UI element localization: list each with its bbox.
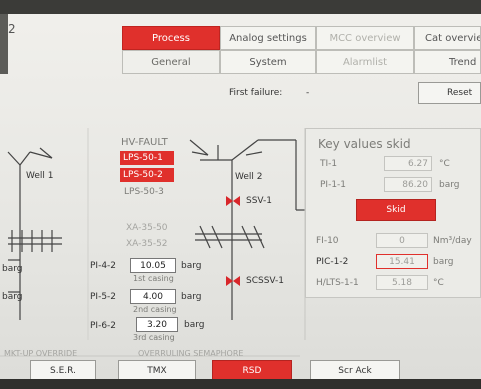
override-label: MKT-UP OVERRIDE xyxy=(4,349,78,358)
fi-10-tag: FI-10 xyxy=(316,236,339,246)
pi-5-2-value[interactable]: 4.00 xyxy=(130,289,176,304)
xa-35-52-label: XA-35-52 xyxy=(126,239,168,249)
pi-4-2-tag: PI-4-2 xyxy=(90,261,117,271)
pi-6-2-unit: barg xyxy=(184,320,205,330)
ssv-1-valve-icon[interactable] xyxy=(226,196,240,206)
pi-1-1-value[interactable]: 86.20 xyxy=(384,177,432,192)
key-values-title: Key values skid xyxy=(318,137,411,151)
lps-50-3-label: LPS-50-3 xyxy=(124,187,164,197)
hv-fault-title: HV-FAULT xyxy=(121,137,168,148)
ti-1-value[interactable]: 6.27 xyxy=(384,156,432,171)
well2-label: Well 2 xyxy=(235,172,263,182)
fi-10-value[interactable]: 0 xyxy=(376,233,428,248)
pi-4-2-unit: barg xyxy=(181,261,202,271)
well1-left-value-1: barg xyxy=(2,264,23,274)
pic-1-2-tag: PIC-1-2 xyxy=(316,257,349,267)
pi-6-2-desc: 3rd casing xyxy=(133,333,175,342)
scssv-1-label: SCSSV-1 xyxy=(246,276,285,286)
pi-5-2-tag: PI-5-2 xyxy=(90,292,117,302)
hmi-screen: 2 Process Analog settings MCC overview C… xyxy=(0,0,481,389)
pi-5-2-desc: 2nd casing xyxy=(133,305,177,314)
h-lts-1-1-value[interactable]: 5.18 xyxy=(376,275,428,290)
lps-50-2-alarm[interactable]: LPS-50-2 xyxy=(120,168,174,182)
pi-4-2-desc: 1st casing xyxy=(133,274,174,283)
pi-6-2-tag: PI-6-2 xyxy=(90,321,117,331)
fi-10-unit: Nm³/day xyxy=(433,236,472,246)
ti-1-tag: TI-1 xyxy=(320,159,338,169)
well1-label: Well 1 xyxy=(26,171,54,181)
h-lts-1-1-unit: °C xyxy=(433,278,444,288)
pi-4-2-value[interactable]: 10.05 xyxy=(130,258,176,273)
ssv-1-label: SSV-1 xyxy=(246,196,273,206)
bottom-bezel xyxy=(0,379,481,389)
pic-1-2-value[interactable]: 15.41 xyxy=(376,254,428,269)
pic-1-2-unit: barg xyxy=(433,257,454,267)
well1-left-value-2: barg xyxy=(2,292,23,302)
xa-35-50-label: XA-35-50 xyxy=(126,223,168,233)
ti-1-unit: °C xyxy=(439,159,450,169)
h-lts-1-1-tag: H/LTS-1-1 xyxy=(316,278,359,288)
pi-6-2-value[interactable]: 3.20 xyxy=(136,317,178,332)
scssv-1-valve-icon[interactable] xyxy=(226,276,240,286)
semaphore-label: OVERRULING SEMAPHORE xyxy=(138,349,244,358)
pi-5-2-unit: barg xyxy=(181,292,202,302)
pi-1-1-unit: barg xyxy=(439,180,460,190)
lps-50-1-alarm[interactable]: LPS-50-1 xyxy=(120,151,174,165)
pi-1-1-tag: PI-1-1 xyxy=(320,180,347,190)
skid-button[interactable]: Skid xyxy=(356,199,436,221)
